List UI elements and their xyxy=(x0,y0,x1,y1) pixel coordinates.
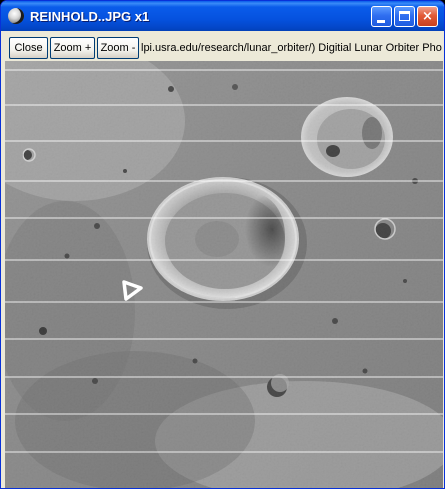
moon-icon xyxy=(8,8,24,24)
minimize-button[interactable] xyxy=(371,6,392,27)
toolbar: Close Zoom + Zoom - lpi.usra.edu/researc… xyxy=(5,35,442,61)
close-button[interactable]: Close xyxy=(9,37,48,59)
image-source-caption: lpi.usra.edu/research/lunar_orbiter/) Di… xyxy=(141,42,442,54)
title-bar[interactable]: REINHOLD..JPG x1 × xyxy=(1,1,444,31)
maximize-button[interactable] xyxy=(394,6,415,27)
zoom-out-button[interactable]: Zoom - xyxy=(97,37,139,59)
zoom-in-button[interactable]: Zoom + xyxy=(50,37,95,59)
close-icon: × xyxy=(422,9,433,24)
window-title: REINHOLD..JPG x1 xyxy=(30,9,150,24)
image-viewer-window: REINHOLD..JPG x1 × Close Zoom + Zoom - l… xyxy=(0,0,445,489)
lunar-photo xyxy=(5,61,443,488)
close-window-button[interactable]: × xyxy=(417,6,438,27)
image-viewport[interactable] xyxy=(5,61,443,488)
